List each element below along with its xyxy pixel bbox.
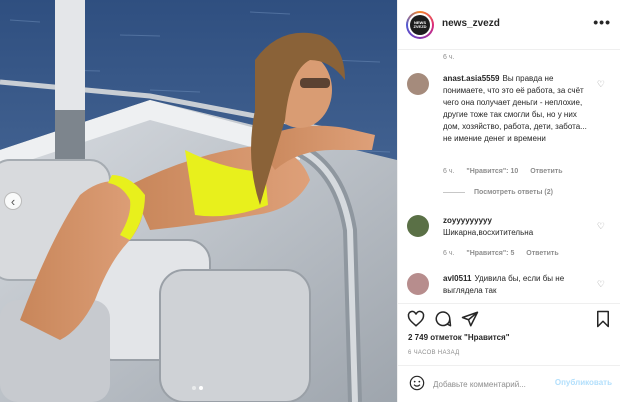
comment-content: Вы правда не понимаете, что это её работ… — [443, 74, 587, 143]
emoji-icon[interactable] — [409, 375, 425, 391]
post-header: NEWS ZVEZD news_zvezd ••• — [398, 0, 620, 50]
comment-username[interactable]: avl0511 — [443, 274, 471, 283]
comment-time: 6 ч. — [443, 54, 455, 61]
avatar[interactable]: NEWS ZVEZD — [406, 11, 434, 39]
comment-username[interactable]: zoyyyyyyyyy — [443, 216, 492, 225]
comment-text: zoyyyyyyyyy — [443, 215, 593, 227]
comments-list[interactable]: 6 ч. anast.asia5559 Вы правда не понимает… — [398, 51, 620, 303]
post-time: 6 ЧАСОВ НАЗАД — [408, 350, 460, 356]
comment-likes[interactable]: "Нравится": 10 — [466, 168, 518, 175]
add-comment-bar: Опубликовать — [398, 365, 620, 402]
post-photo[interactable]: ‹ — [0, 0, 397, 402]
replies-line — [443, 192, 465, 193]
action-bar: 2 749 отметок "Нравится" 6 ЧАСОВ НАЗАД — [398, 303, 620, 365]
carousel-prev-button[interactable]: ‹ — [4, 192, 22, 210]
reply-button[interactable]: Ответить — [526, 250, 558, 257]
comment-icon[interactable] — [434, 310, 452, 328]
comment-avatar[interactable] — [407, 73, 429, 95]
comment-content: Шикарна,восхитительна — [443, 228, 534, 237]
comment-avatar[interactable] — [407, 215, 429, 237]
view-replies-button[interactable]: Посмотреть ответы (2) — [443, 189, 553, 196]
bookmark-icon[interactable] — [594, 310, 612, 328]
more-horizontal-icon[interactable]: ••• — [593, 14, 611, 30]
comment-input[interactable] — [433, 377, 573, 391]
post-side-panel: NEWS ZVEZD news_zvezd ••• 6 ч. anast.asi… — [397, 0, 620, 402]
publish-button[interactable]: Опубликовать — [555, 378, 612, 387]
post-photo-illustration — [0, 0, 397, 402]
comment-meta: 6 ч. "Нравится": 10 Ответить — [443, 168, 573, 175]
heart-icon[interactable]: ♡ — [597, 221, 605, 232]
comment-text: anast.asia5559 Вы правда не понимаете, чт… — [443, 73, 593, 145]
view-replies-label: Посмотреть ответы (2) — [474, 189, 553, 196]
avatar-logo: NEWS ZVEZD — [410, 15, 430, 35]
carousel-dot — [192, 386, 196, 390]
share-icon[interactable] — [461, 310, 479, 328]
comment-text: avl0511 Удивила бы, если бы не выглядела … — [443, 273, 593, 297]
post-username[interactable]: news_zvezd — [442, 18, 500, 29]
heart-icon[interactable]: ♡ — [597, 79, 605, 90]
comment-likes[interactable]: "Нравится": 5 — [466, 250, 514, 257]
reply-button[interactable]: Ответить — [530, 168, 562, 175]
heart-icon[interactable] — [407, 310, 425, 328]
comment-time: 6 ч. — [443, 250, 455, 257]
likes-count[interactable]: 2 749 отметок "Нравится" — [408, 333, 510, 342]
comment-meta: 6 ч. "Нравится": 5 Ответить — [443, 250, 569, 257]
comment-avatar[interactable] — [407, 273, 429, 295]
heart-icon[interactable]: ♡ — [597, 279, 605, 290]
carousel-dot-active — [199, 386, 203, 390]
comment-time: 6 ч. — [443, 168, 455, 175]
carousel-dots — [192, 386, 203, 390]
comment-username[interactable]: anast.asia5559 — [443, 74, 500, 83]
